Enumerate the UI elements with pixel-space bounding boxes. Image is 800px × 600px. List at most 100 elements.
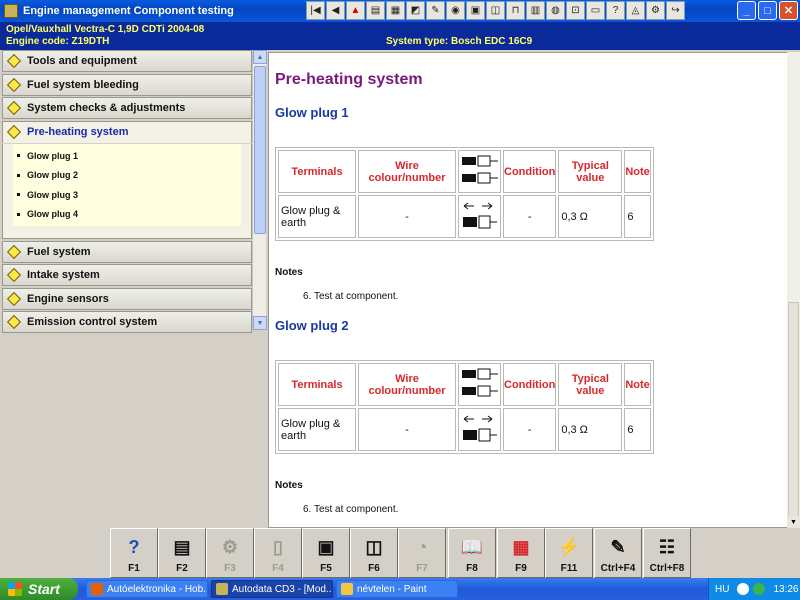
info-icon[interactable]: ◬ <box>626 1 645 20</box>
header-typical-value: Typical value <box>558 363 623 406</box>
table-icon: ☷ <box>658 536 676 557</box>
back-icon[interactable]: ◀ <box>326 1 345 20</box>
fkey-label: Ctrl+F8 <box>649 563 685 574</box>
sub-item-label: Glow plug 1 <box>27 150 78 161</box>
fkey-label: F7 <box>416 563 428 574</box>
vehicle-info-bar: Opel/Vauxhall Vectra-C 1,9D CDTi 2004-08… <box>0 22 800 50</box>
nav-item-label: Emission control system <box>27 316 158 328</box>
f5-button[interactable]: ▣ F5 <box>302 528 350 578</box>
nav-item-tools[interactable]: Tools and equipment <box>2 50 252 72</box>
map-icon[interactable]: ▦ <box>386 1 405 20</box>
f3-button[interactable]: ⚙ F3 <box>206 528 254 578</box>
scroll-thumb[interactable] <box>254 66 266 234</box>
f9-button[interactable]: ▦ F9 <box>497 528 545 578</box>
maximize-button[interactable]: □ <box>758 1 777 20</box>
header-condition: Condition <box>503 150 557 193</box>
nav-item-fuel-system[interactable]: Fuel system <box>2 240 252 263</box>
notes-label: Notes <box>275 267 303 278</box>
update-icon[interactable] <box>753 583 766 595</box>
nav-item-intake-system[interactable]: Intake system <box>2 264 252 286</box>
document-icon[interactable]: ▤ <box>366 1 385 20</box>
f6-button[interactable]: ◫ F6 <box>350 528 398 578</box>
table-row: Glow plug & earth - - 0,3 Ω 6 <box>278 408 651 451</box>
content-scrollbar[interactable]: ▼ <box>787 52 800 528</box>
task-label: Autóelektronika - Hob... <box>107 583 208 595</box>
settings-icon[interactable]: ⚙ <box>646 1 665 20</box>
tool-icon[interactable]: ✎ <box>426 1 445 20</box>
scroll-down-icon[interactable]: ▼ <box>787 516 800 528</box>
notes-label: Notes <box>275 480 303 491</box>
print-icon[interactable]: ▭ <box>586 1 605 20</box>
gauge-icon[interactable]: ◉ <box>446 1 465 20</box>
f11-button[interactable]: ⚡ F11 <box>545 528 593 578</box>
nav-item-pre-heating[interactable]: Pre-heating system <box>2 120 252 143</box>
sub-item-label: Glow plug 2 <box>27 170 78 181</box>
wiring-icon: ⚡ <box>557 536 581 557</box>
brake-icon[interactable]: ⊓ <box>506 1 525 20</box>
nav-item-system-checks[interactable]: System checks & adjustments <box>2 97 252 119</box>
vehicle-model: Opel/Vauxhall Vectra-C 1,9D CDTi 2004-08 <box>6 24 205 35</box>
warning-icon[interactable]: ▲ <box>346 1 365 20</box>
oil-icon[interactable]: ⊡ <box>566 1 585 20</box>
cell-note: 6 <box>624 408 651 451</box>
clipboard-icon[interactable]: ▥ <box>526 1 545 20</box>
window-controls: _ □ ✕ <box>737 1 798 20</box>
f1-button[interactable]: ? F1 <box>110 528 158 578</box>
test-connection-icon <box>458 408 501 451</box>
bullet-icon <box>17 173 20 177</box>
ctrl-f8-button[interactable]: ☷ Ctrl+F8 <box>643 528 691 578</box>
engine-icon[interactable]: ▣ <box>466 1 485 20</box>
header-note: Note <box>624 363 651 406</box>
f8-button[interactable]: 📖 F8 <box>448 528 496 578</box>
f2-button[interactable]: ▤ F2 <box>158 528 206 578</box>
task-paint[interactable]: névtelen - Paint <box>336 580 458 598</box>
language-indicator[interactable]: HU <box>715 584 729 595</box>
timing-icon[interactable]: ◫ <box>486 1 505 20</box>
task-autodata[interactable]: Autodata CD3 - [Mod... <box>211 580 333 598</box>
connector-icon <box>458 363 501 406</box>
f7-button[interactable]: ◔ F7 <box>398 528 446 578</box>
first-icon[interactable]: |◀ <box>306 1 325 20</box>
notes-icon: ✎ <box>610 536 626 557</box>
nav-item-label: Engine sensors <box>27 292 109 305</box>
sub-menu: Glow plug 1 Glow plug 2 Glow plug 3 Glow… <box>2 144 252 239</box>
diagram-icon[interactable]: ◩ <box>406 1 425 20</box>
cell-condition: - <box>503 408 557 451</box>
scroll-down-icon[interactable]: ▼ <box>253 316 267 330</box>
f4-button[interactable]: ▯ F4 <box>254 528 302 578</box>
connector-icon <box>458 150 501 193</box>
diamond-icon <box>6 53 22 69</box>
minimize-button[interactable]: _ <box>737 1 756 20</box>
section-title: Glow plug 1 <box>275 105 349 120</box>
cell-condition: - <box>503 195 557 238</box>
nav-item-fuel-bleeding[interactable]: Fuel system bleeding <box>2 73 252 96</box>
sub-item-glow-plug-2[interactable]: Glow plug 2 <box>13 166 241 186</box>
sub-item-glow-plug-3[interactable]: Glow plug 3 <box>13 185 241 205</box>
task-firefox[interactable]: Autóelektronika - Hob... <box>86 580 208 598</box>
nav-item-engine-sensors[interactable]: Engine sensors <box>2 287 252 310</box>
diamond-icon <box>6 267 22 283</box>
cell-value: 0,3 Ω <box>558 195 623 238</box>
ctrl-f4-button[interactable]: ✎ Ctrl+F4 <box>594 528 642 578</box>
network-icon[interactable] <box>737 583 750 595</box>
header-terminals: Terminals <box>278 150 356 193</box>
diamond-icon <box>6 314 22 330</box>
help-icon[interactable]: ? <box>606 1 625 20</box>
test-connection-icon <box>458 195 501 238</box>
sub-item-glow-plug-1[interactable]: Glow plug 1 <box>13 146 241 166</box>
sub-item-glow-plug-4[interactable]: Glow plug 4 <box>13 205 241 225</box>
fkey-label: F8 <box>466 563 478 574</box>
scroll-up-icon[interactable]: ▲ <box>253 50 267 64</box>
exit-icon[interactable]: ↪ <box>666 1 685 20</box>
nav-item-emission-control[interactable]: Emission control system <box>2 311 252 333</box>
tyre-icon[interactable]: ◍ <box>546 1 565 20</box>
header-wire: Wire colour/number <box>358 363 456 406</box>
start-button[interactable]: Start <box>0 578 78 600</box>
nav-item-label: Fuel system bleeding <box>27 78 139 91</box>
close-button[interactable]: ✕ <box>779 1 798 20</box>
document-icon: ▯ <box>273 536 283 557</box>
note-text: 6. Test at component. <box>303 504 399 515</box>
nav-scrollbar[interactable]: ▲ ▼ <box>252 50 267 330</box>
scroll-thumb[interactable] <box>788 302 799 520</box>
fkey-label: F4 <box>272 563 284 574</box>
